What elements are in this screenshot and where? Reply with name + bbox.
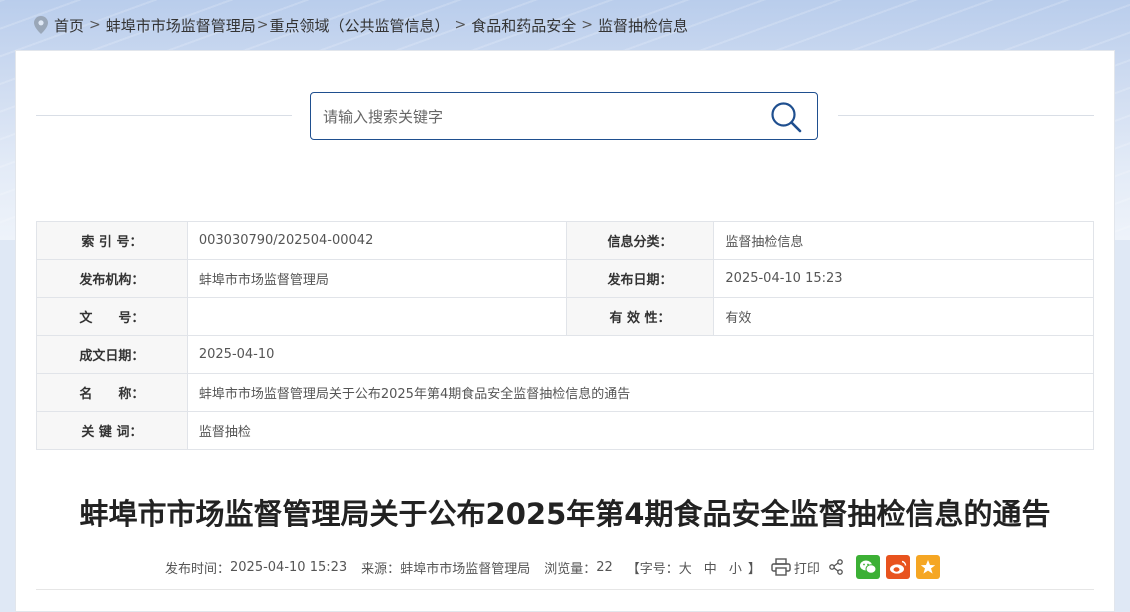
article-meta: 发布时间： 2025-04-10 15:23 来源： 蚌埠市市场监督管理局 浏览…: [165, 554, 940, 580]
breadcrumb-separator: >: [256, 17, 269, 33]
breadcrumb-separator: >: [454, 17, 467, 33]
info-table: 索 引 号： 003030790/202504-00042 信息分类： 监督抽检…: [36, 221, 1095, 450]
publisher-label: 发布机构：: [36, 259, 188, 298]
print-label: 打印: [793, 561, 820, 577]
divider-left: [36, 115, 292, 116]
pubdate-label: 发布日期：: [565, 259, 715, 298]
table-row: 名 称： 蚌埠市市场监督管理局关于公布2025年第4期食品安全监督抽检信息的通告: [36, 373, 1095, 412]
fontsize-close: 】: [747, 561, 761, 577]
content-panel: 索 引 号： 003030790/202504-00042 信息分类： 监督抽检…: [15, 50, 1115, 612]
divider-bottom: [36, 589, 1094, 590]
keywords-value: 监督抽检: [186, 411, 1095, 450]
name-label: 名 称：: [36, 373, 188, 412]
table-row: 文 号： 有 效 性： 有效: [36, 297, 1094, 336]
created-value: 2025-04-10: [186, 335, 1095, 374]
category-label: 信息分类：: [565, 221, 715, 260]
weibo-icon[interactable]: [885, 555, 910, 579]
fontsize-small-button[interactable]: 小: [729, 558, 742, 577]
publish-time-label: 发布时间：: [165, 561, 231, 577]
print-button[interactable]: 打印: [771, 558, 820, 577]
breadcrumb-bureau[interactable]: 蚌埠市市场监督管理局: [106, 15, 256, 36]
divider-right: [838, 115, 1094, 116]
views-label: 浏览量：: [544, 561, 597, 577]
table-row: 索 引 号： 003030790/202504-00042 信息分类： 监督抽检…: [36, 221, 1094, 260]
breadcrumb-food-drug[interactable]: 食品和药品安全: [471, 15, 576, 36]
table-row: 关 键 词： 监督抽检: [36, 411, 1095, 450]
publisher-value: 蚌埠市市场监督管理局: [186, 259, 567, 298]
breadcrumb-key-areas[interactable]: 重点领域（公共监管信息）: [270, 15, 450, 36]
docno-value: [186, 297, 567, 336]
source-label: 来源：: [361, 561, 401, 577]
category-value: 监督抽检信息: [713, 221, 1094, 260]
created-label: 成文日期：: [36, 335, 188, 374]
breadcrumb-separator: >: [89, 17, 101, 33]
fontsize-medium-button[interactable]: 中: [704, 558, 717, 577]
search-icon[interactable]: [769, 100, 803, 134]
validity-label: 有 效 性：: [565, 297, 715, 336]
article-title: 蚌埠市市场监督管理局关于公布2025年第4期食品安全监督抽检信息的通告: [79, 497, 1051, 531]
docno-label: 文 号：: [36, 297, 188, 336]
star-icon[interactable]: [915, 555, 940, 579]
publish-time-value: 2025-04-10 15:23: [230, 559, 348, 575]
printer-icon: [771, 558, 791, 576]
breadcrumb: 首页 > 蚌埠市市场监督管理局 > 重点领域（公共监管信息） > 食品和药品安全…: [34, 13, 688, 37]
name-value: 蚌埠市市场监督管理局关于公布2025年第4期食品安全监督抽检信息的通告: [186, 373, 1095, 412]
pubdate-value: 2025-04-10 15:23: [713, 259, 1094, 298]
location-pin-icon: [34, 16, 48, 34]
validity-value: 有效: [713, 297, 1094, 336]
share-bar: [828, 555, 940, 579]
breadcrumb-inspection[interactable]: 监督抽检信息: [598, 15, 688, 36]
search-box: [310, 92, 818, 141]
table-row: 成文日期： 2025-04-10: [36, 335, 1095, 374]
fontsize-open: 【字号：: [626, 561, 679, 577]
index-value: 003030790/202504-00042: [186, 221, 567, 260]
search-input[interactable]: [321, 93, 755, 141]
views-value: 22: [596, 559, 613, 575]
breadcrumb-home[interactable]: 首页: [54, 15, 84, 36]
keywords-label: 关 键 词：: [36, 411, 188, 450]
source-value: 蚌埠市市场监督管理局: [400, 561, 531, 577]
share-icon[interactable]: [828, 559, 844, 575]
table-row: 发布机构： 蚌埠市市场监督管理局 发布日期： 2025-04-10 15:23: [36, 259, 1094, 298]
breadcrumb-separator: >: [581, 17, 593, 33]
index-label: 索 引 号：: [36, 221, 188, 260]
wechat-icon[interactable]: [855, 555, 880, 579]
fontsize-large-button[interactable]: 大: [679, 558, 692, 577]
